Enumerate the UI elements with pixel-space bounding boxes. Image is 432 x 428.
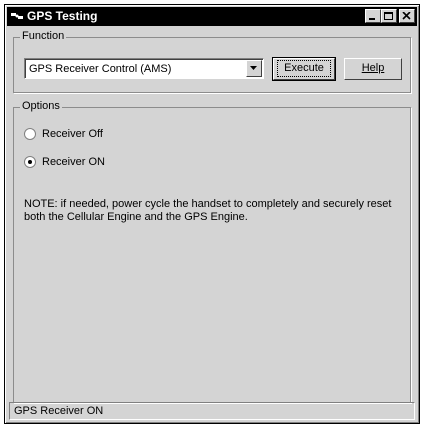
execute-button[interactable]: Execute [272,57,336,81]
function-select[interactable]: GPS Receiver Control (AMS) [24,58,264,79]
receiver-off-label: Receiver Off [42,128,103,140]
radio-unchecked-icon[interactable] [24,128,36,140]
function-group: Function GPS Receiver Control (AMS) Exec… [13,30,411,93]
status-bar: GPS Receiver ON [9,402,415,420]
execute-button-label: Execute [277,60,331,77]
receiver-on-label: Receiver ON [42,156,105,168]
function-group-label: Function [20,30,67,42]
satellite-app-icon [10,9,24,23]
options-group-label: Options [20,100,62,112]
chevron-down-icon[interactable] [246,60,262,77]
close-icon[interactable] [399,9,415,23]
maximize-icon[interactable] [381,9,397,23]
help-button[interactable]: Help [344,58,402,80]
title-bar[interactable]: GPS Testing [7,7,417,26]
options-group: Options Receiver Off Receiver ON NOTE: i… [13,100,411,403]
radio-checked-icon[interactable] [24,156,36,168]
gps-testing-window: GPS Testing Function GPS Receiver Contro… [4,4,420,424]
note-text: NOTE: if needed, power cycle the handset… [24,198,392,223]
help-button-label: Help [361,62,385,74]
function-select-value: GPS Receiver Control (AMS) [29,63,172,75]
window-title: GPS Testing [27,9,98,23]
minimize-icon[interactable] [365,9,381,23]
status-text: GPS Receiver ON [14,405,104,417]
